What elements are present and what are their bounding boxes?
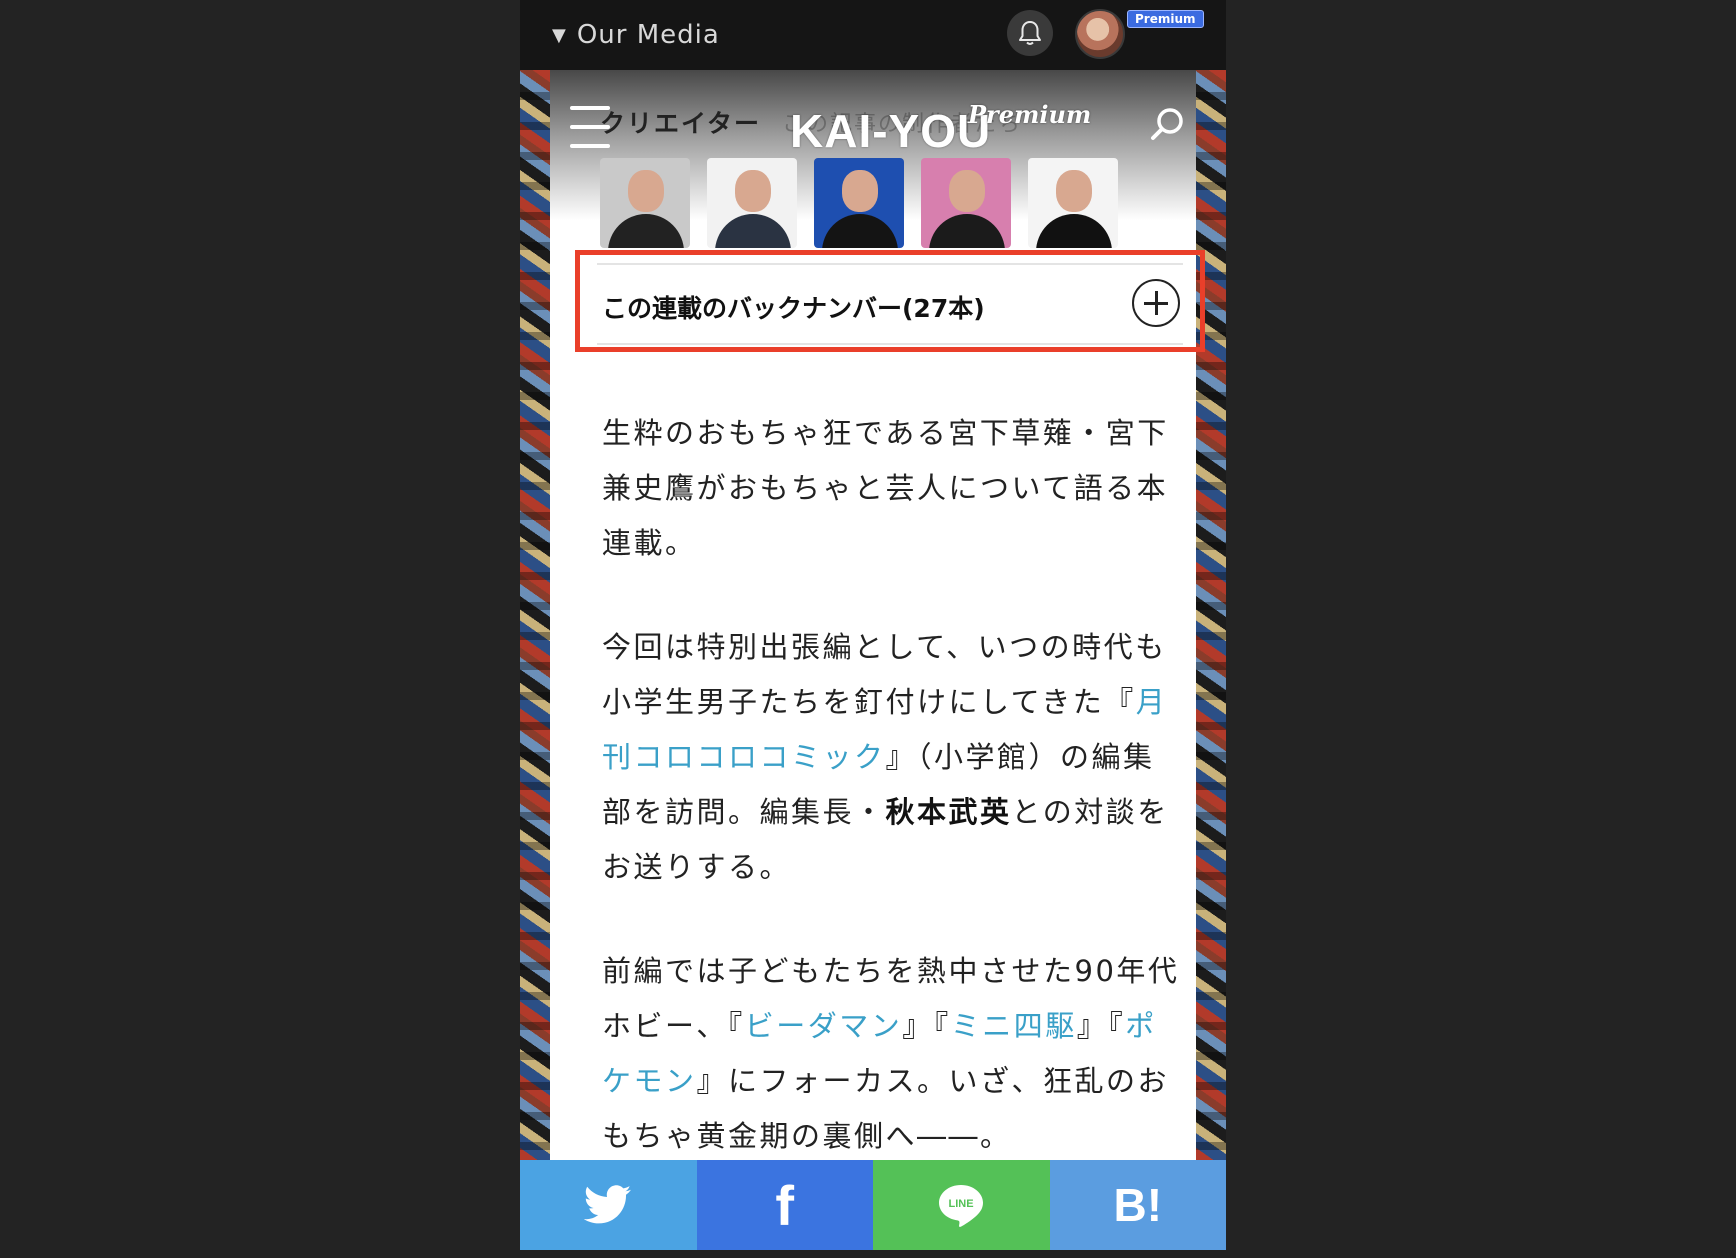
article-text: 』『 [902, 1009, 951, 1043]
hamburger-menu-icon[interactable] [570, 106, 610, 152]
search-button[interactable] [1148, 104, 1188, 144]
user-avatar[interactable] [1075, 9, 1125, 59]
creator-body [822, 214, 898, 248]
premium-badge: Premium [1127, 10, 1204, 28]
article-text: 今回は特別出張編として、いつの時代も小学生男子たちを釘付けにしてきた『 [602, 630, 1167, 719]
bell-icon [1019, 21, 1041, 45]
notification-button[interactable] [1007, 10, 1053, 56]
creator-face [1056, 170, 1092, 212]
creator-list [600, 158, 1118, 248]
caret-down-icon: ▼ [552, 25, 567, 46]
twitter-share-button[interactable] [520, 1160, 697, 1250]
page-content: この記事の制作者たち クリエイター KAI-YOU Premium この連載のバ… [550, 70, 1205, 1160]
expand-plus-icon[interactable] [1132, 279, 1180, 327]
creator-face [628, 170, 664, 212]
top-bar: ▼ Our Media Premium [520, 0, 1226, 70]
creator-avatar[interactable] [921, 158, 1011, 248]
creator-body [715, 214, 791, 248]
creator-face [735, 170, 771, 212]
article-text: 生粋のおもちゃ狂である宮下草薙・宮下兼史鷹がおもちゃと芸人について語る本連載。 [602, 416, 1169, 560]
article-paragraph: 今回は特別出張編として、いつの時代も小学生男子たちを釘付けにしてきた『月刊コロコ… [602, 620, 1182, 895]
share-bar: f LINE B! [520, 1160, 1226, 1250]
creator-avatar[interactable] [1028, 158, 1118, 248]
site-logo[interactable]: KAI-YOU [790, 104, 991, 158]
hatena-icon: B! [1113, 1179, 1163, 1231]
collage-background-left [520, 70, 550, 1160]
hatena-bookmark-button[interactable]: B! [1049, 1160, 1226, 1250]
creator-avatar[interactable] [814, 158, 904, 248]
our-media-menu[interactable]: ▼ Our Media [552, 20, 720, 50]
svg-text:LINE: LINE [949, 1198, 974, 1210]
collage-background-right [1196, 70, 1226, 1160]
backnumber-toggle[interactable]: この連載のバックナンバー(27本) [597, 263, 1183, 345]
creator-body [608, 214, 684, 248]
article-text: 』『 [1076, 1009, 1126, 1043]
creator-body [929, 214, 1005, 248]
facebook-share-button[interactable]: f [696, 1160, 873, 1250]
editor-name: 秋本武英 [885, 795, 1012, 829]
mini4wd-link[interactable]: ミニ四駆 [951, 1009, 1077, 1043]
creator-body [1036, 214, 1112, 248]
facebook-icon: f [775, 1173, 795, 1237]
line-share-button[interactable]: LINE [873, 1160, 1050, 1250]
our-media-label: Our Media [576, 20, 720, 50]
search-icon [1151, 108, 1183, 140]
creator-avatar[interactable] [707, 158, 797, 248]
creator-face [842, 170, 878, 212]
article-paragraph: 生粋のおもちゃ狂である宮下草薙・宮下兼史鷹がおもちゃと芸人について語る本連載。 [602, 406, 1182, 571]
logo-premium-text: Premium [968, 100, 1092, 129]
backnumber-label: この連載のバックナンバー(27本) [602, 294, 985, 323]
mobile-viewport: ▼ Our Media Premium この記事の制作者たち クリエイター KAI… [520, 0, 1226, 1250]
line-icon: LINE [939, 1185, 984, 1227]
backnumber-highlight: この連載のバックナンバー(27本) [575, 250, 1205, 352]
twitter-icon [584, 1185, 632, 1224]
article-paragraph: 前編では子どもたちを熱中させた90年代ホビー、『ビーダマン』『ミニ四駆』『ポケモ… [602, 944, 1182, 1164]
beadaman-link[interactable]: ビーダマン [745, 1009, 903, 1043]
creator-label: クリエイター [600, 109, 762, 138]
article-body: 生粋のおもちゃ狂である宮下草薙・宮下兼史鷹がおもちゃと芸人について語る本連載。 … [602, 406, 1182, 1213]
creator-avatar[interactable] [600, 158, 690, 248]
creator-face [949, 170, 985, 212]
